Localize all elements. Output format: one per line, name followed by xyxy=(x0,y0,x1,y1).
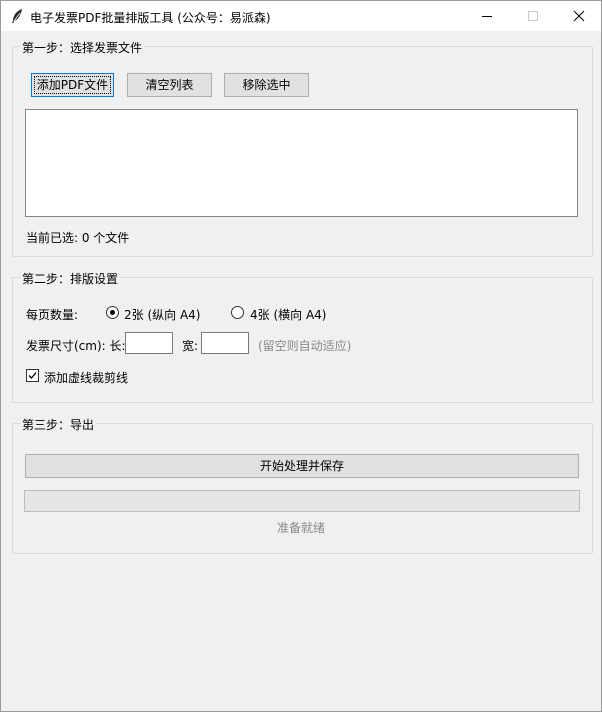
per-page-label: 每页数量: xyxy=(26,308,79,322)
cut-line-label[interactable]: 添加虚线裁剪线 xyxy=(44,369,128,386)
radio-4-per-page[interactable] xyxy=(231,306,244,319)
close-icon xyxy=(573,10,585,22)
radio-2-per-page[interactable] xyxy=(106,306,119,319)
window-title: 电子发票PDF批量排版工具 (公众号：易派森) xyxy=(30,11,271,25)
feather-icon xyxy=(10,8,24,24)
status-text: 准备就绪 xyxy=(276,521,325,535)
length-input[interactable] xyxy=(125,332,173,354)
step3-title: 第三步：导出 xyxy=(20,416,97,433)
radio-4-per-page-label[interactable]: 4张 (横向 A4) xyxy=(250,306,326,323)
remove-selected-button[interactable]: 移除选中 xyxy=(224,73,309,97)
radio-2-per-page-label[interactable]: 2张 (纵向 A4) xyxy=(124,306,200,323)
close-button[interactable] xyxy=(556,1,602,31)
step2-title: 第二步：排版设置 xyxy=(20,270,121,287)
cut-line-checkbox[interactable] xyxy=(26,369,39,382)
maximize-button[interactable] xyxy=(510,1,556,31)
file-listbox[interactable] xyxy=(25,109,578,217)
minimize-icon xyxy=(482,16,492,17)
step1-title: 第一步：选择发票文件 xyxy=(20,39,145,56)
clear-list-button[interactable]: 清空列表 xyxy=(127,73,212,97)
file-count-status: 当前已选: 0 个文件 xyxy=(26,231,130,245)
checkmark-icon xyxy=(28,372,37,379)
width-input[interactable] xyxy=(201,332,249,354)
app-window: 电子发票PDF批量排版工具 (公众号：易派森) 第一步：选择发票文件 添加PDF… xyxy=(0,0,602,712)
title-bar: 电子发票PDF批量排版工具 (公众号：易派森) xyxy=(1,1,601,31)
add-pdf-button[interactable]: 添加PDF文件 xyxy=(31,73,114,97)
minimize-button[interactable] xyxy=(464,1,510,31)
progress-bar xyxy=(24,490,580,512)
start-process-button[interactable]: 开始处理并保存 xyxy=(25,454,579,478)
maximize-icon xyxy=(528,11,538,21)
invoice-size-label: 发票尺寸(cm): 长: xyxy=(26,339,126,353)
auto-fit-hint: (留空则自动适应) xyxy=(258,339,352,353)
width-label: 宽: xyxy=(182,339,199,353)
